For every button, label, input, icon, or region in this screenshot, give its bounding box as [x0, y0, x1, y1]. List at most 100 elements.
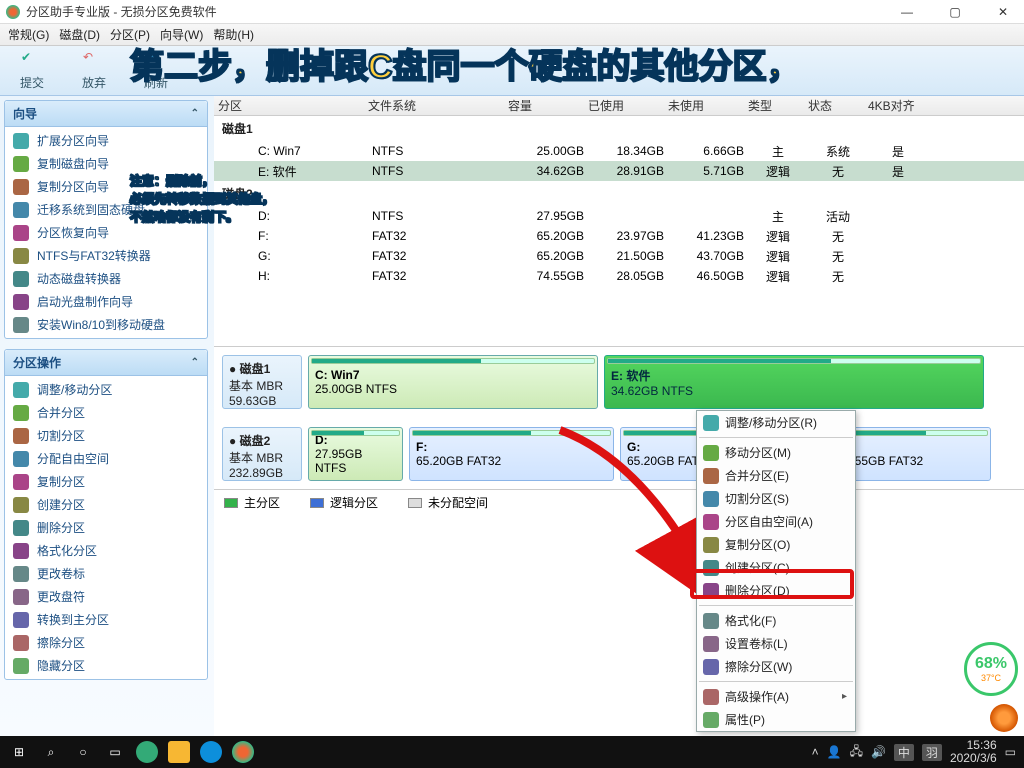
ctxmenu-item-1[interactable]: 移动分区(M) [697, 441, 855, 464]
cell-free: 41.23GB [668, 229, 748, 243]
system-gadget[interactable]: 68% 37°C [964, 642, 1018, 696]
menu-item-label: 移动分区(M) [725, 444, 791, 461]
ctxmenu-item-6[interactable]: 创建分区(C) [697, 556, 855, 579]
table-row[interactable]: G:FAT3265.20GB21.50GB43.70GB逻辑无 [214, 246, 1024, 266]
ctxmenu-item-7[interactable]: 删除分区(D) [697, 579, 855, 602]
partition-box[interactable]: D:27.95GB NTFS [308, 427, 403, 481]
ctxmenu-item-12[interactable]: 属性(P) [697, 708, 855, 731]
wizard-item-5[interactable]: NTFS与FAT32转换器 [5, 244, 207, 267]
col-4k[interactable]: 4KB对齐 [864, 97, 924, 114]
taskbar[interactable]: ⊞ ⌕ ○ ▭ ˄ 👤 🖧 🔊 中 羽 15:362020/3/6 ▭ [0, 736, 1024, 768]
taskbar-clock[interactable]: 15:362020/3/6 [950, 739, 997, 765]
floating-button[interactable] [990, 704, 1018, 732]
partition-context-menu[interactable]: 调整/移动分区(R) 移动分区(M) 合并分区(E)切割分区(S)分区自由空间(A)… [696, 410, 856, 732]
ctxmenu-item-4[interactable]: 分区自由空间(A) [697, 510, 855, 533]
table-row[interactable]: H:FAT3274.55GB28.05GB46.50GB逻辑无 [214, 266, 1024, 286]
disk-badge[interactable]: ● 磁盘1基本 MBR59.63GB [222, 355, 302, 409]
tray-people-icon[interactable]: 👤 [827, 745, 842, 759]
col-used[interactable]: 已使用 [584, 97, 664, 114]
menu-disk[interactable]: 磁盘(D) [59, 26, 100, 43]
search-icon[interactable]: ⌕ [40, 741, 62, 763]
col-capacity[interactable]: 容量 [504, 97, 584, 114]
ops-item-3[interactable]: 分配自由空间 [5, 447, 207, 470]
table-row[interactable]: C: Win7NTFS25.00GB18.34GB6.66GB主系统是 [214, 141, 1024, 161]
discard-button[interactable]: ↶ 放弃 [66, 50, 122, 91]
disk-badge[interactable]: ● 磁盘2基本 MBR232.89GB [222, 427, 302, 481]
partition-box[interactable]: F:65.20GB FAT32 [409, 427, 614, 481]
ctxmenu-item-0[interactable]: 调整/移动分区(R) [697, 411, 855, 434]
ime-indicator-2[interactable]: 羽 [922, 744, 942, 761]
menu-item-icon [703, 659, 719, 675]
table-row[interactable]: F:FAT3265.20GB23.97GB41.23GB逻辑无 [214, 226, 1024, 246]
ctxmenu-item-3[interactable]: 切割分区(S) [697, 487, 855, 510]
wizard-panel: 向导 ⌃ 扩展分区向导复制磁盘向导复制分区向导迁移系统到固态硬盘分区恢复向导NT… [4, 100, 208, 339]
wizard-item-0[interactable]: 扩展分区向导 [5, 129, 207, 152]
disk-header[interactable]: 磁盘2 [214, 181, 1024, 206]
action-center-icon[interactable]: ▭ [1005, 745, 1016, 759]
partition-box[interactable]: C: Win725.00GB NTFS [308, 355, 598, 409]
wizard-item-6[interactable]: 动态磁盘转换器 [5, 267, 207, 290]
partition-box[interactable]: E: 软件34.62GB NTFS [604, 355, 984, 409]
tray-volume-icon[interactable]: 🔊 [871, 745, 886, 759]
system-tray[interactable]: ˄ 👤 🖧 🔊 中 羽 15:362020/3/6 ▭ [812, 739, 1016, 765]
taskbar-app-2[interactable] [168, 741, 190, 763]
wizard-panel-header[interactable]: 向导 ⌃ [5, 101, 207, 127]
wizard-item-4[interactable]: 分区恢复向导 [5, 221, 207, 244]
ops-item-10[interactable]: 转换到主分区 [5, 608, 207, 631]
ctxmenu-item-10[interactable]: 擦除分区(W) [697, 655, 855, 678]
cell-used: 18.34GB [588, 144, 668, 158]
ops-item-4[interactable]: 复制分区 [5, 470, 207, 493]
taskview-icon[interactable]: ▭ [104, 741, 126, 763]
ops-item-6[interactable]: 删除分区 [5, 516, 207, 539]
ops-item-9[interactable]: 更改盘符 [5, 585, 207, 608]
close-button[interactable]: ✕ [988, 5, 1018, 19]
menu-item-icon [703, 712, 719, 728]
ops-item-7[interactable]: 格式化分区 [5, 539, 207, 562]
tray-network-icon[interactable]: 🖧 [850, 742, 863, 763]
disk-header[interactable]: 磁盘1 [214, 116, 1024, 141]
ops-item-12[interactable]: 隐藏分区 [5, 654, 207, 677]
ops-panel-header[interactable]: 分区操作 ⌃ [5, 350, 207, 376]
wizard-item-1[interactable]: 复制磁盘向导 [5, 152, 207, 175]
ops-item-1[interactable]: 合并分区 [5, 401, 207, 424]
ctxmenu-item-9[interactable]: 设置卷标(L) [697, 632, 855, 655]
wizard-item-2[interactable]: 复制分区向导 [5, 175, 207, 198]
ctxmenu-item-8[interactable]: 格式化(F) [697, 609, 855, 632]
col-type[interactable]: 类型 [744, 97, 804, 114]
ops-item-11[interactable]: 擦除分区 [5, 631, 207, 654]
refresh-button[interactable]: ⟳ 刷新 [128, 50, 184, 91]
menu-wizard[interactable]: 向导(W) [160, 26, 203, 43]
wizard-item-3[interactable]: 迁移系统到固态硬盘 [5, 198, 207, 221]
menu-partition[interactable]: 分区(P) [110, 26, 150, 43]
col-free[interactable]: 未使用 [664, 97, 744, 114]
menu-general[interactable]: 常规(G) [8, 26, 49, 43]
col-status[interactable]: 状态 [804, 97, 864, 114]
minimize-button[interactable]: — [892, 5, 922, 19]
cortana-icon[interactable]: ○ [72, 741, 94, 763]
taskbar-app-4[interactable] [232, 741, 254, 763]
tray-up-icon[interactable]: ˄ [812, 745, 819, 759]
start-button[interactable]: ⊞ [8, 741, 30, 763]
partition-grid[interactable]: 磁盘1C: Win7NTFS25.00GB18.34GB6.66GB主系统是E:… [214, 116, 1024, 346]
commit-button[interactable]: ✔ 提交 [4, 50, 60, 91]
taskbar-app-1[interactable] [136, 741, 158, 763]
cell-cap: 34.62GB [508, 164, 588, 178]
col-partition[interactable]: 分区 [214, 97, 364, 114]
col-filesystem[interactable]: 文件系统 [364, 97, 504, 114]
ctxmenu-item-5[interactable]: 复制分区(O) [697, 533, 855, 556]
ops-item-2[interactable]: 切割分区 [5, 424, 207, 447]
table-row[interactable]: D:NTFS27.95GB主活动 [214, 206, 1024, 226]
ctxmenu-item-11[interactable]: 高级操作(A) [697, 685, 855, 708]
cell-fs: FAT32 [368, 249, 508, 263]
wizard-item-8[interactable]: 安装Win8/10到移动硬盘 [5, 313, 207, 336]
maximize-button[interactable]: ▢ [940, 5, 970, 19]
taskbar-app-3[interactable] [200, 741, 222, 763]
wizard-item-7[interactable]: 启动光盘制作向导 [5, 290, 207, 313]
ops-item-0[interactable]: 调整/移动分区 [5, 378, 207, 401]
ops-item-8[interactable]: 更改卷标 [5, 562, 207, 585]
table-row[interactable]: E: 软件NTFS34.62GB28.91GB5.71GB逻辑无是 [214, 161, 1024, 181]
menu-help[interactable]: 帮助(H) [213, 26, 254, 43]
ops-item-5[interactable]: 创建分区 [5, 493, 207, 516]
ctxmenu-item-2[interactable]: 合并分区(E) [697, 464, 855, 487]
ime-indicator-1[interactable]: 中 [894, 744, 914, 761]
